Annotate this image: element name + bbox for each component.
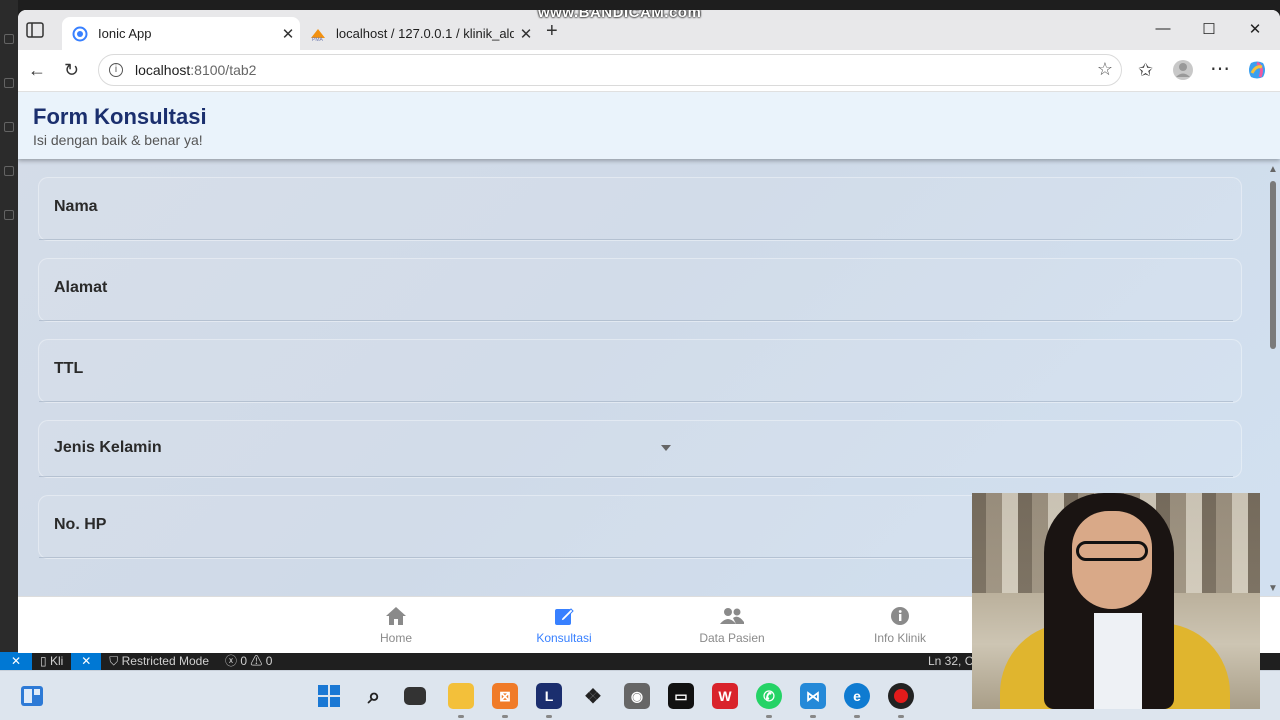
whatsapp-icon[interactable]: ✆ xyxy=(756,683,782,718)
xampp-icon[interactable]: ⊠ xyxy=(492,683,518,718)
people-icon xyxy=(720,608,744,624)
scroll-up-icon[interactable]: ▲ xyxy=(1268,164,1278,175)
vscode-live-icon[interactable]: ✕ xyxy=(71,652,102,670)
svg-text:PMA: PMA xyxy=(312,37,324,42)
page-title: Form Konsultasi xyxy=(33,104,207,129)
scroll-thumb[interactable] xyxy=(1270,181,1276,349)
warnings-count: 0 xyxy=(265,654,273,668)
tab-title: Ionic App xyxy=(98,26,152,41)
browser-toolbar: ← ↻ i localhost:8100/tab2 ☆ ✩ ⋯ xyxy=(18,50,1280,92)
phpmyadmin-favicon-icon: PMA xyxy=(311,28,325,42)
page-scrollbar[interactable]: ▲ ▼ xyxy=(1268,164,1278,594)
nama-input[interactable]: Nama xyxy=(38,177,1242,241)
file-explorer-icon[interactable] xyxy=(448,683,474,718)
recording-watermark: www.BANDICAM.com xyxy=(538,10,702,21)
page-subtitle: Isi dengan baik & benar ya! xyxy=(33,132,203,148)
address-bar[interactable]: i localhost:8100/tab2 ☆ xyxy=(98,54,1122,86)
webcam-overlay xyxy=(972,493,1260,709)
close-tab-icon[interactable]: ✕ xyxy=(276,25,300,43)
ionic-favicon-icon xyxy=(72,26,88,41)
tab-strip: Ionic App ✕ PMA localhost / 127.0.0.1 / … xyxy=(18,10,1280,50)
profile-avatar-icon[interactable] xyxy=(1172,59,1194,81)
tab-title: localhost / 127.0.0.1 / klinik_alda / xyxy=(336,26,514,41)
vscode-icon[interactable]: ⋈ xyxy=(800,683,826,718)
restricted-mode-label: Restricted Mode xyxy=(121,654,209,668)
bandicam-record-icon[interactable] xyxy=(888,683,914,718)
remote-icon[interactable]: ✕ xyxy=(0,652,32,670)
minimize-icon[interactable]: — xyxy=(1140,20,1186,37)
camera-icon[interactable]: ◉ xyxy=(624,683,650,709)
presenter-glasses xyxy=(1076,541,1148,561)
status-file-label: Kli xyxy=(49,654,64,668)
tab-label: Home xyxy=(379,631,412,645)
search-icon[interactable]: ⌕ xyxy=(361,683,387,709)
more-options-icon[interactable]: ⋯ xyxy=(1210,56,1230,81)
reload-icon[interactable]: ↻ xyxy=(64,60,79,81)
maximize-icon[interactable]: ☐ xyxy=(1186,20,1232,38)
favorites-icon[interactable]: ✩ xyxy=(1138,60,1153,81)
tab-home[interactable]: Home xyxy=(341,605,451,645)
favorite-star-icon[interactable]: ☆ xyxy=(1097,59,1113,80)
edge-icon[interactable]: e xyxy=(844,683,870,718)
close-window-icon[interactable]: ✕ xyxy=(1232,20,1278,38)
tab-ionic-app[interactable]: Ionic App ✕ xyxy=(62,17,300,50)
tab-actions-icon[interactable] xyxy=(26,22,44,38)
home-icon xyxy=(386,607,406,625)
tab-label: Data Pasien xyxy=(699,631,765,645)
tab-label: Konsultasi xyxy=(536,631,592,645)
jenis-kelamin-select[interactable]: Jenis Kelamin xyxy=(38,420,1242,478)
field-label: Nama xyxy=(54,198,98,215)
tab-konsultasi[interactable]: Konsultasi xyxy=(509,605,619,645)
presenter-shirt xyxy=(1094,613,1142,709)
url-path: :8100/tab2 xyxy=(190,62,257,78)
widgets-icon[interactable] xyxy=(20,685,44,707)
laragon-icon[interactable]: L xyxy=(536,683,562,718)
tab-label: Info Klinik xyxy=(873,631,927,645)
ttl-input[interactable]: TTL xyxy=(38,339,1242,403)
new-tab-icon[interactable]: + xyxy=(546,21,558,41)
field-label: TTL xyxy=(54,360,84,377)
alamat-input[interactable]: Alamat xyxy=(38,258,1242,322)
tab-data-pasien[interactable]: Data Pasien xyxy=(677,605,787,645)
scroll-down-icon[interactable]: ▼ xyxy=(1268,583,1278,594)
task-view-icon[interactable] xyxy=(404,687,426,705)
information-icon xyxy=(891,607,909,625)
wps-office-icon[interactable]: W xyxy=(712,683,738,709)
dropdown-caret-icon[interactable] xyxy=(661,445,671,451)
start-icon[interactable] xyxy=(317,684,341,708)
copilot-icon[interactable] xyxy=(1246,59,1268,81)
create-icon xyxy=(555,608,574,625)
tab-info-klinik[interactable]: Info Klinik xyxy=(845,605,955,645)
restricted-mode[interactable]: ⛉ Restricted Mode xyxy=(101,652,217,670)
status-file[interactable]: ▯ Kli xyxy=(32,652,71,670)
problems-count: 0 xyxy=(240,654,248,668)
app-header: Form Konsultasi Isi dengan baik & benar … xyxy=(18,92,1280,159)
url-host: localhost xyxy=(135,62,191,78)
dropbox-icon[interactable]: ❖ xyxy=(580,683,606,709)
vscode-activity-bar xyxy=(0,0,18,652)
field-label: Jenis Kelamin xyxy=(54,439,162,456)
site-info-icon[interactable]: i xyxy=(109,63,123,77)
tab-phpmyadmin[interactable]: PMA localhost / 127.0.0.1 / klinik_alda … xyxy=(304,17,538,50)
field-label: Alamat xyxy=(54,279,108,296)
back-icon[interactable]: ← xyxy=(28,60,46,81)
problems-indicator[interactable]: ⓧ 0 ⚠ 0 xyxy=(217,652,280,670)
terminal-icon[interactable]: ▭ xyxy=(668,683,694,709)
close-tab-icon[interactable]: ✕ xyxy=(514,25,538,43)
field-label: No. HP xyxy=(54,516,107,533)
